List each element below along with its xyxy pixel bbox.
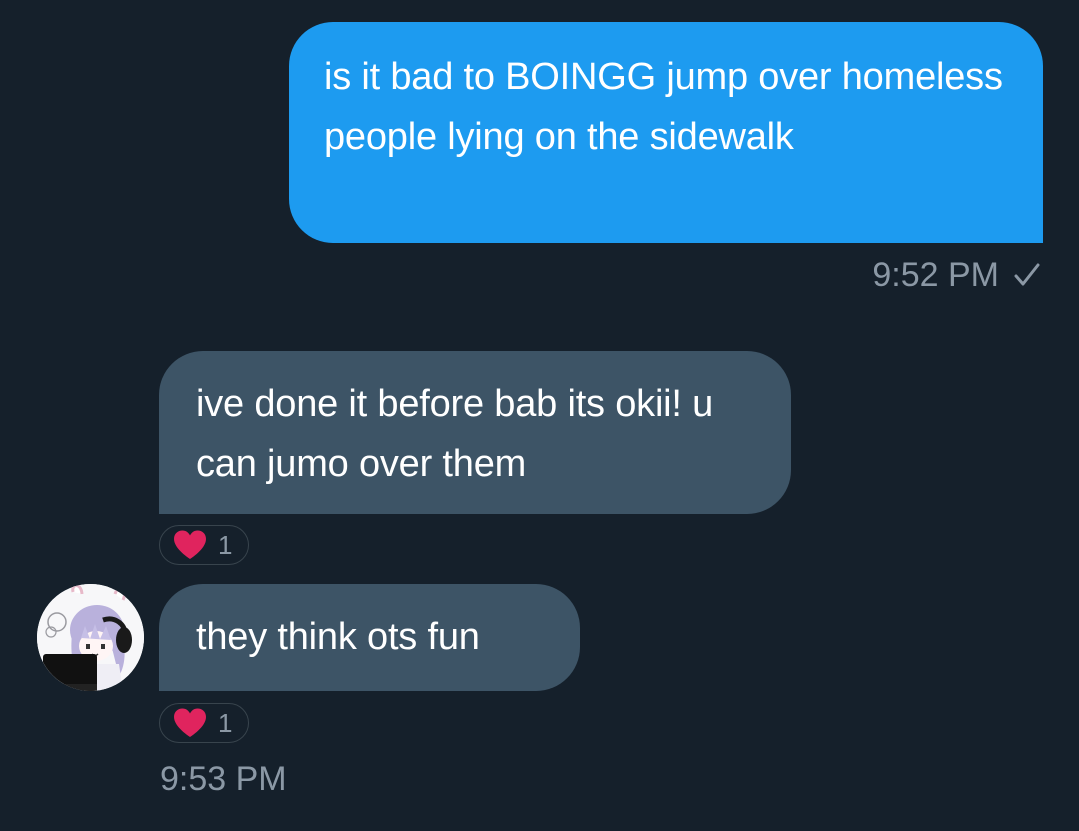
- avatar-image: [37, 584, 144, 691]
- received-message-text: they think ots fun: [196, 616, 480, 658]
- reaction-badge[interactable]: 1: [159, 525, 249, 565]
- reaction-count: 1: [218, 530, 233, 560]
- check-icon: [1014, 263, 1040, 286]
- dm-conversation: is it bad to BOINGG jump over homeless p…: [0, 0, 1079, 831]
- sent-message-timestamp: 9:52 PM: [872, 255, 1043, 295]
- received-message-timestamp: 9:53 PM: [160, 760, 287, 798]
- sent-time-label: 9:52 PM: [872, 256, 999, 294]
- sent-message-bubble[interactable]: is it bad to BOINGG jump over homeless p…: [289, 22, 1043, 243]
- received-message-text: ive done it before bab its okii! u can j…: [196, 383, 714, 485]
- reaction-count: 1: [218, 708, 233, 738]
- heart-icon: [174, 530, 206, 559]
- avatar[interactable]: [37, 584, 144, 691]
- received-message-bubble[interactable]: ive done it before bab its okii! u can j…: [159, 351, 791, 514]
- reaction-badge[interactable]: 1: [159, 703, 249, 743]
- heart-icon: [174, 708, 206, 737]
- sent-message-text: is it bad to BOINGG jump over homeless p…: [324, 56, 1003, 158]
- received-message-bubble[interactable]: they think ots fun: [159, 584, 580, 691]
